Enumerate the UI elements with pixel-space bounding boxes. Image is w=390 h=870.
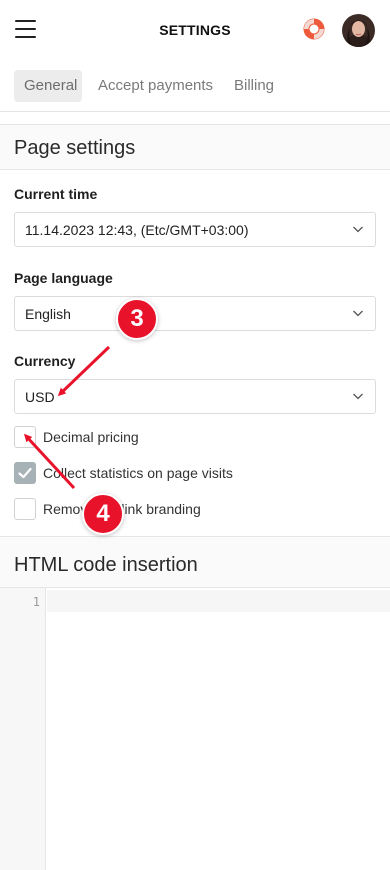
- currency-value: USD: [25, 389, 55, 405]
- html-code-title: HTML code insertion: [14, 554, 198, 576]
- lifebuoy-icon[interactable]: [302, 17, 326, 41]
- editor-current-line[interactable]: [47, 590, 390, 612]
- page-language-select[interactable]: English: [14, 296, 376, 331]
- html-code-header: HTML code insertion: [0, 536, 390, 588]
- checkmark-icon: [18, 467, 32, 479]
- collect-statistics-checkbox[interactable]: [14, 462, 36, 484]
- top-bar: SETTINGS: [0, 0, 390, 60]
- decimal-pricing-row: Decimal pricing: [14, 426, 354, 448]
- html-code-editor[interactable]: 1: [0, 588, 390, 870]
- remove-branding-checkbox[interactable]: [14, 498, 36, 520]
- page-settings-title: Page settings: [14, 137, 136, 159]
- decimal-pricing-label: Decimal pricing: [43, 429, 139, 445]
- current-time-value: 11.14.2023 12:43, (Etc/GMT+03:00): [25, 222, 249, 238]
- current-time-label: Current time: [14, 186, 98, 202]
- currency-select[interactable]: USD: [14, 379, 376, 414]
- page-title: SETTINGS: [159, 22, 231, 38]
- annotation-badge-4: 4: [82, 493, 124, 535]
- chevron-down-icon: [353, 393, 363, 400]
- chevron-down-icon: [353, 310, 363, 317]
- editor-gutter: 1: [0, 588, 46, 870]
- user-avatar[interactable]: [342, 14, 375, 47]
- currency-label: Currency: [14, 353, 76, 369]
- page-language-value: English: [25, 306, 71, 322]
- tab-general[interactable]: General: [14, 70, 82, 102]
- page-settings-header: Page settings: [0, 124, 390, 170]
- tab-billing[interactable]: Billing: [234, 70, 274, 102]
- settings-tabs: General Accept payments Billing: [0, 60, 390, 112]
- collect-statistics-label: Collect statistics on page visits: [43, 465, 233, 481]
- collect-statistics-row: Collect statistics on page visits: [14, 462, 354, 484]
- chevron-down-icon: [353, 226, 363, 233]
- decimal-pricing-checkbox[interactable]: [14, 426, 36, 448]
- remove-branding-row: Remove Taplink branding: [14, 498, 354, 520]
- page-language-label: Page language: [14, 270, 113, 286]
- line-number: 1: [32, 595, 40, 609]
- spacer: [0, 112, 390, 124]
- current-time-select[interactable]: 11.14.2023 12:43, (Etc/GMT+03:00): [14, 212, 376, 247]
- tab-accept-payments[interactable]: Accept payments: [98, 70, 213, 102]
- annotation-badge-3: 3: [116, 298, 158, 340]
